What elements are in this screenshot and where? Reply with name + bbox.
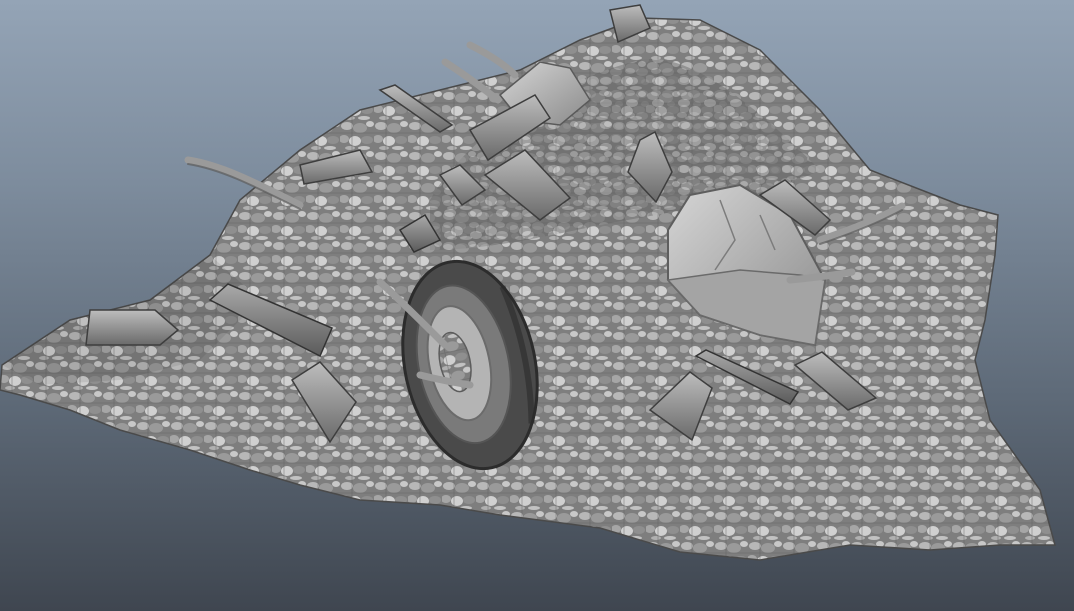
viewport-3d[interactable] [0, 0, 1074, 611]
rubble-scene [0, 4, 1056, 561]
